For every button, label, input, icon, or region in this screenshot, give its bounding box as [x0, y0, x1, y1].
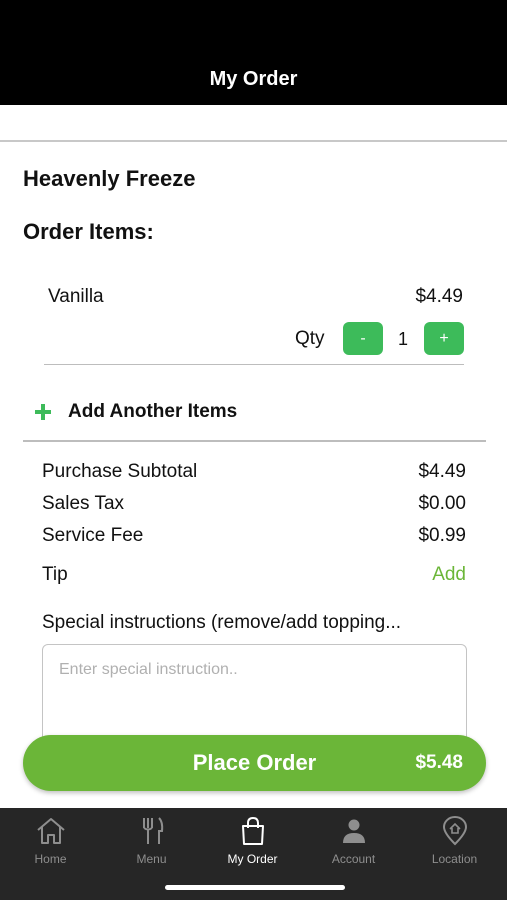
- location-pin-icon: [442, 816, 467, 846]
- qty-decrease-button[interactable]: -: [343, 322, 383, 355]
- tab-account[interactable]: Account: [303, 816, 404, 872]
- tab-location[interactable]: Location: [404, 816, 505, 872]
- place-order-button[interactable]: Place Order $5.48: [23, 735, 486, 791]
- utensils-icon: [142, 817, 163, 844]
- person-icon: [342, 819, 365, 843]
- plus-icon: [34, 401, 56, 423]
- service-fee-value: $0.99: [418, 525, 466, 546]
- shopping-bag-icon: [241, 816, 264, 845]
- qty-label: Qty: [295, 328, 325, 349]
- tab-label: Account: [331, 852, 376, 866]
- store-name: Heavenly Freeze: [23, 166, 196, 191]
- home-icon: [36, 818, 65, 844]
- order-items-heading: Order Items:: [23, 219, 154, 244]
- tab-my-order[interactable]: My Order: [202, 816, 303, 872]
- qty-increase-button[interactable]: +: [424, 322, 464, 355]
- home-indicator: [165, 885, 345, 890]
- sales-tax-label: Sales Tax: [42, 493, 125, 514]
- special-instructions-label: Special instructions (remove/add topping…: [42, 612, 402, 633]
- item-price: $4.49: [415, 286, 463, 307]
- tab-menu[interactable]: Menu: [101, 816, 202, 872]
- tip-label: Tip: [42, 564, 68, 585]
- subtotal-value: $4.49: [418, 461, 466, 482]
- tab-home[interactable]: Home: [0, 816, 101, 872]
- service-fee-label: Service Fee: [42, 525, 144, 546]
- tab-label: Location: [431, 852, 478, 866]
- summary-divider: [23, 440, 486, 442]
- item-name: Vanilla: [48, 286, 104, 307]
- sales-tax-value: $0.00: [418, 493, 466, 514]
- tab-label: Menu: [136, 852, 167, 866]
- add-tip-button[interactable]: Add: [432, 564, 466, 586]
- qty-value: 1: [397, 329, 408, 349]
- tab-label: My Order: [227, 852, 278, 866]
- page-title: My Order: [209, 68, 298, 90]
- item-divider: [44, 364, 464, 365]
- order-total: $5.48: [415, 752, 463, 773]
- tab-label: Home: [34, 852, 67, 866]
- add-another-items-button[interactable]: Add Another Items: [34, 401, 237, 423]
- app-header: My Order: [0, 0, 507, 105]
- add-another-items-label: Add Another Items: [68, 401, 238, 422]
- header-spacer: [0, 105, 507, 142]
- subtotal-label: Purchase Subtotal: [42, 461, 198, 482]
